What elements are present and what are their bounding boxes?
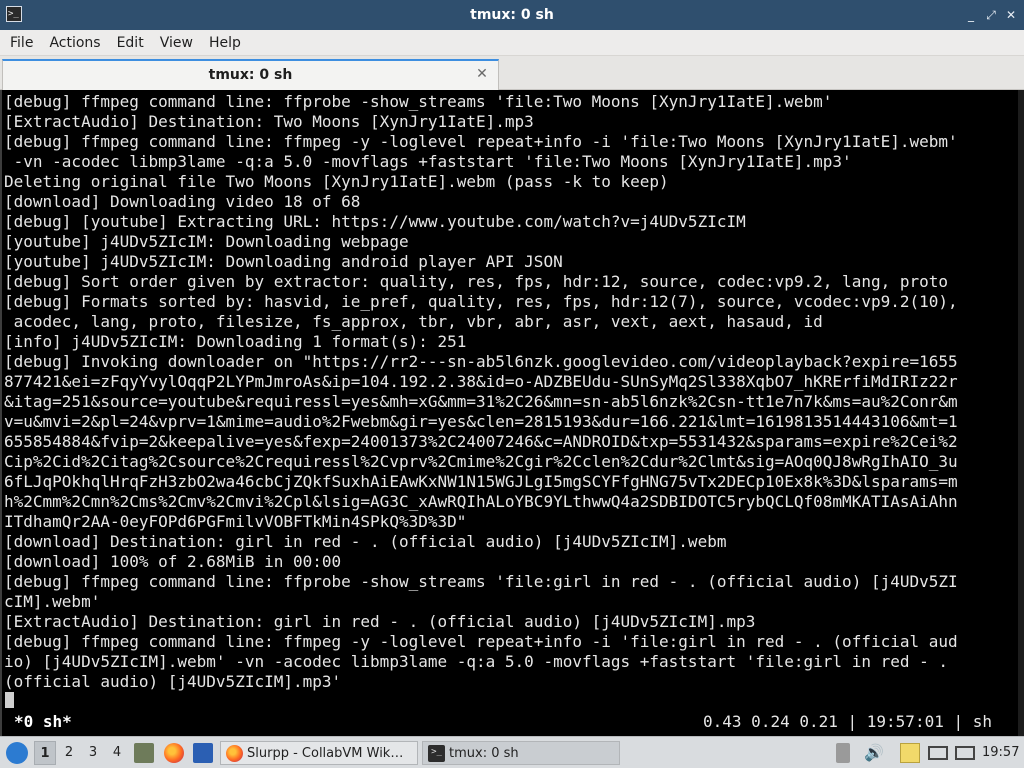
terminal-line: [info] j4UDv5ZIcIM: Downloading 1 format… <box>4 332 467 351</box>
task-firefox-label: Slurpp - CollabVM Wik… <box>247 746 404 761</box>
terminal-line: [download] Destination: girl in red - . … <box>4 532 727 551</box>
terminal-line: (official audio) [j4UDv5ZIcIM].mp3' <box>4 672 342 691</box>
clock[interactable]: 19:57 <box>982 741 1019 765</box>
tab-tmux[interactable]: tmux: 0 sh ✕ <box>2 59 499 90</box>
workspace-4[interactable]: 4 <box>106 741 128 765</box>
terminal-line: 655854884&fvip=2&keepalive=yes&fexp=2400… <box>4 432 958 451</box>
workspace-2[interactable]: 2 <box>58 741 80 765</box>
terminal-line: [debug] [youtube] Extracting URL: https:… <box>4 212 746 231</box>
firefox-icon <box>226 745 243 762</box>
menu-file[interactable]: File <box>2 30 41 56</box>
terminal-line: [debug] Sort order given by extractor: q… <box>4 272 949 291</box>
taskbar: 1 2 3 4 Slurpp - CollabVM Wik… >_ tmux: … <box>0 736 1024 768</box>
terminal-line: cIM].webm' <box>4 592 101 611</box>
terminal-line: [download] 100% of 2.68MiB in 00:00 <box>4 552 342 571</box>
clipboard-icon[interactable] <box>836 743 850 763</box>
terminal-line: [ExtractAudio] Destination: Two Moons [X… <box>4 112 534 131</box>
network-icon[interactable] <box>955 746 975 760</box>
terminal-line: Cip%2Cid%2Citag%2Csource%2Crequiressl%2C… <box>4 452 958 471</box>
terminal-scrollbar[interactable] <box>1018 90 1024 736</box>
workspace-3[interactable]: 3 <box>82 741 104 765</box>
terminal-line: v=u&mvi=2&pl=24&vprv=1&mime=audio%2Fwebm… <box>4 412 958 431</box>
menu-edit[interactable]: Edit <box>109 30 152 56</box>
menu-help[interactable]: Help <box>201 30 249 56</box>
terminal-line: [debug] ffmpeg command line: ffprobe -sh… <box>4 572 958 591</box>
terminal-line: &itag=251&source=youtube&requiressl=yes&… <box>4 392 958 411</box>
terminal-line: [youtube] j4UDv5ZIcIM: Downloading andro… <box>4 252 563 271</box>
task-terminal[interactable]: >_ tmux: 0 sh <box>422 741 620 765</box>
terminal-line: 877421&ei=zFqyYvylOqqP2LYPmJmroAs&ip=104… <box>4 372 958 391</box>
window-title: tmux: 0 sh <box>470 7 554 23</box>
terminal-line: h%2Cmm%2Cmn%2Cms%2Cmv%2Cmvi%2Cpl&lsig=AG… <box>4 492 958 511</box>
terminal-line: 6fLJqPOkhqlHrqFzH3zbO2wa46cbCjZQkfSuxhAi… <box>4 472 958 491</box>
file-manager-icon[interactable] <box>134 743 154 763</box>
tab-label: tmux: 0 sh <box>208 67 293 83</box>
firefox-launcher-icon[interactable] <box>164 743 184 763</box>
terminal-line: [debug] Invoking downloader on "https://… <box>4 352 958 371</box>
menu-bar: File Actions Edit View Help <box>0 30 1024 56</box>
maximize-button[interactable]: ⤢ <box>982 6 1000 24</box>
task-firefox[interactable]: Slurpp - CollabVM Wik… <box>220 741 418 765</box>
notes-icon[interactable] <box>900 743 920 763</box>
terminal-line: Deleting original file Two Moons [XynJry… <box>4 172 669 191</box>
terminal-line: io) [j4UDv5ZIcIM].webm' -vn -acodec libm… <box>4 652 949 671</box>
tmux-window-indicator: *0 sh* <box>14 712 72 731</box>
terminal-output: [debug] ffmpeg command line: ffprobe -sh… <box>4 92 1004 692</box>
start-menu-icon[interactable] <box>6 742 28 764</box>
terminal-line: [debug] Formats sorted by: hasvid, ie_pr… <box>4 292 958 311</box>
menu-view[interactable]: View <box>152 30 201 56</box>
display-icon[interactable] <box>928 746 948 760</box>
task-terminal-label: tmux: 0 sh <box>449 746 519 761</box>
terminal-cursor <box>5 692 14 708</box>
volume-icon[interactable]: 🔊 <box>864 743 884 763</box>
tab-close-icon[interactable]: ✕ <box>474 66 490 82</box>
terminal-line: ITdhamQr2AA-0eyFOPd6PGFmilvVOBFTkMin4SPk… <box>4 512 467 531</box>
terminal-area[interactable]: [debug] ffmpeg command line: ffprobe -sh… <box>0 90 1024 736</box>
terminal-line: [debug] ffmpeg command line: ffmpeg -y -… <box>4 632 958 651</box>
menu-actions[interactable]: Actions <box>41 30 108 56</box>
close-button[interactable]: ✕ <box>1002 6 1020 24</box>
terminal-line: [download] Downloading video 18 of 68 <box>4 192 361 211</box>
terminal-line: [debug] ffmpeg command line: ffmpeg -y -… <box>4 132 958 151</box>
terminal-line: [youtube] j4UDv5ZIcIM: Downloading webpa… <box>4 232 409 251</box>
tmux-status-line: *0 sh* 0.43 0.24 0.21 | 19:57:01 | sh <box>4 712 1004 732</box>
desktop-icon[interactable] <box>193 743 213 763</box>
terminal-line: -vn -acodec libmp3lame -q:a 5.0 -movflag… <box>4 152 852 171</box>
tmux-status-right: 0.43 0.24 0.21 | 19:57:01 | sh <box>703 712 992 731</box>
tab-bar: tmux: 0 sh ✕ <box>0 56 1024 90</box>
window-titlebar[interactable]: >_ tmux: 0 sh _ ⤢ ✕ <box>0 0 1024 30</box>
minimize-button[interactable]: _ <box>962 6 980 24</box>
terminal-icon: >_ <box>428 745 445 762</box>
terminal-line: acodec, lang, proto, filesize, fs_approx… <box>4 312 823 331</box>
terminal-line: [debug] ffmpeg command line: ffprobe -sh… <box>4 92 833 111</box>
workspace-1[interactable]: 1 <box>34 741 56 765</box>
terminal-line: [ExtractAudio] Destination: girl in red … <box>4 612 756 631</box>
